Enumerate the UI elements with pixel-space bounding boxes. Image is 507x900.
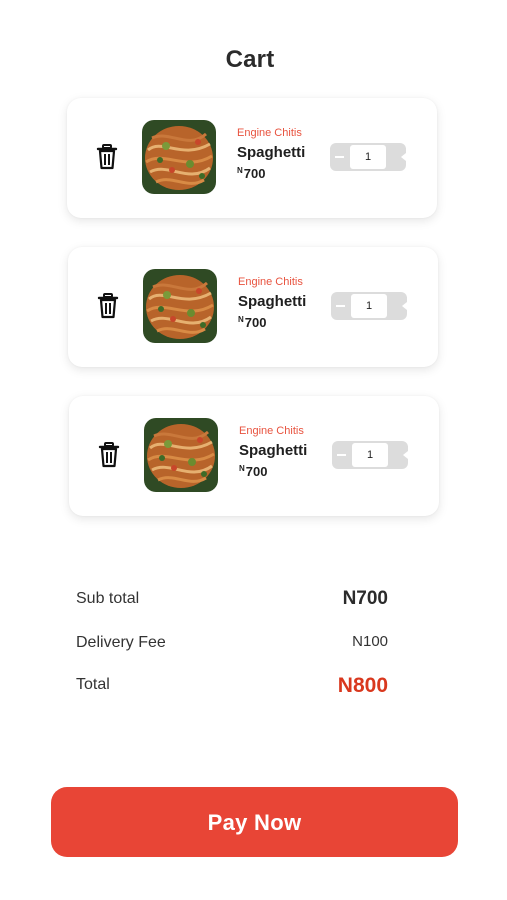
pay-now-button[interactable]: Pay Now [51,787,458,857]
trash-icon[interactable] [96,292,120,320]
total-value: N800 [337,674,388,697]
price-value: 700 [243,166,266,181]
price-value: 700 [244,315,267,330]
quantity-stepper: 1 [332,441,408,469]
delivery-fee-row: Delivery Fee N100 [76,632,388,656]
decrease-button[interactable] [332,441,350,469]
delivery-fee-value: N100 [352,633,388,650]
vendor-name: Engine Chitis [238,276,303,288]
item-info: Engine Chitis Spaghetti N700 [239,425,307,479]
decrease-button[interactable] [330,143,348,171]
trash-icon[interactable] [95,143,119,171]
vendor-name: Engine Chitis [239,425,304,437]
currency-symbol: N [238,315,244,324]
price-value: 700 [245,464,268,479]
item-name: Spaghetti [239,442,308,459]
increase-button[interactable] [394,441,408,469]
currency-symbol: N [237,166,243,175]
vendor-name: Engine Chitis [237,127,302,139]
trash-icon[interactable] [97,441,121,469]
item-name: Spaghetti [238,293,307,310]
total-label: Total [76,676,110,693]
increase-button[interactable] [393,292,407,320]
quantity-field[interactable]: 1 [350,145,386,169]
currency-symbol: N [239,464,245,473]
food-image [142,120,216,194]
subtotal-row: Sub total N700 [76,588,388,612]
subtotal-value: N700 [342,588,388,609]
subtotal-label: Sub total [76,590,140,607]
quantity-stepper: 1 [330,143,406,171]
increase-button[interactable] [392,143,406,171]
decrease-button[interactable] [331,292,349,320]
total-row: Total N800 [76,674,388,698]
item-price: N700 [238,315,306,330]
delivery-fee-label: Delivery Fee [76,634,166,651]
quantity-field[interactable]: 1 [352,443,388,467]
food-image [143,269,217,343]
quantity-field[interactable]: 1 [351,294,387,318]
cart-item-card: Engine Chitis Spaghetti N700 1 [69,396,439,516]
item-info: Engine Chitis Spaghetti N700 [238,276,306,330]
page-title: Cart [225,46,275,73]
item-price: N700 [237,166,305,181]
item-info: Engine Chitis Spaghetti N700 [237,127,305,181]
food-image [144,418,218,492]
cart-item-card: Engine Chitis Spaghetti N700 1 [67,98,437,218]
item-name: Spaghetti [237,144,306,161]
item-price: N700 [239,464,307,479]
quantity-stepper: 1 [331,292,407,320]
cart-item-card: Engine Chitis Spaghetti N700 1 [68,247,438,367]
